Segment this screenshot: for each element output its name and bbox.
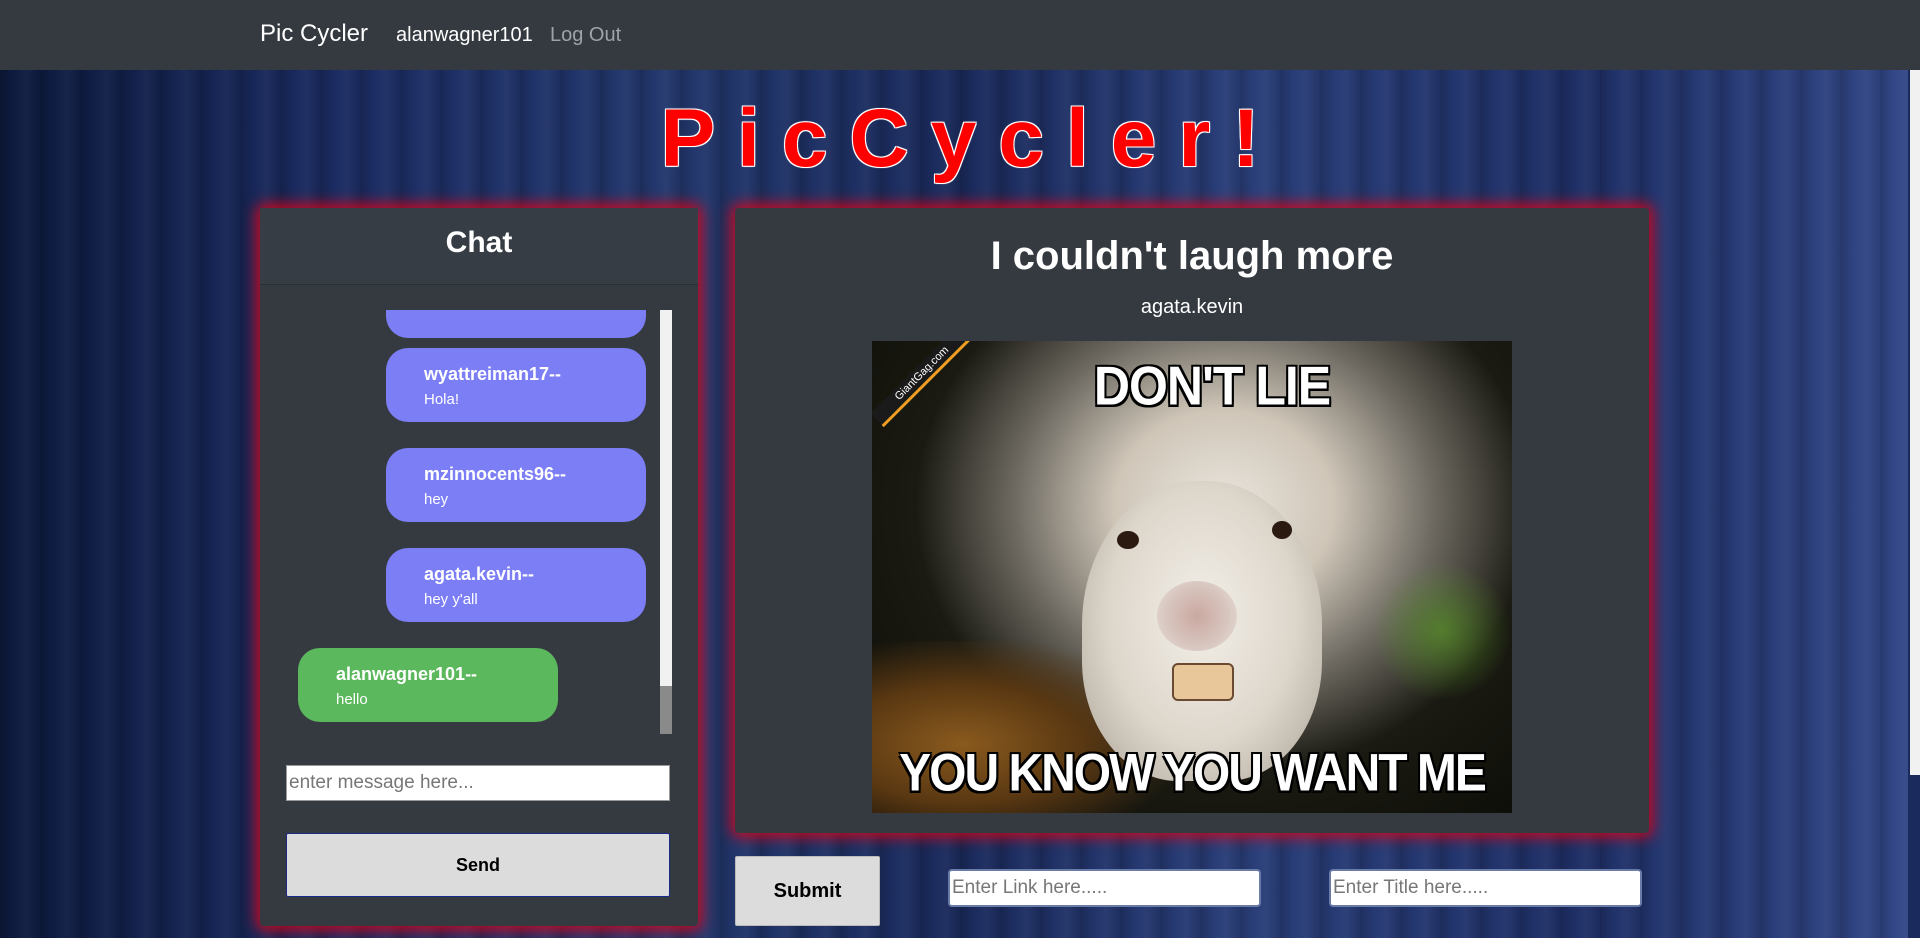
brand-link[interactable]: Pic Cycler bbox=[260, 20, 368, 48]
post-panel: I couldn't laugh more agata.kevin GiantG… bbox=[735, 208, 1649, 833]
llama-teeth bbox=[1172, 663, 1234, 701]
submit-button[interactable]: Submit bbox=[735, 856, 880, 926]
chat-message: mzinnocents96-- hey bbox=[386, 448, 646, 522]
send-button[interactable]: Send bbox=[286, 833, 670, 897]
chat-title: Chat bbox=[260, 208, 698, 285]
chat-message-text: Hola! bbox=[424, 391, 460, 408]
nav-username-link[interactable]: alanwagner101 bbox=[396, 24, 533, 47]
chat-message-user: alanwagner101-- bbox=[336, 664, 478, 684]
site-logo: PicCycler! bbox=[0, 92, 1920, 186]
chat-panel: Chat wyattreiman17-- Hola! mzinnocents96… bbox=[260, 208, 698, 926]
chat-message-user: agata.kevin-- bbox=[424, 564, 535, 584]
chat-scrollbar[interactable] bbox=[660, 310, 672, 734]
chat-message: wyattreiman17-- Hola! bbox=[386, 348, 646, 422]
llama-nose bbox=[1157, 581, 1237, 651]
post-image: GiantGag.com DON'T LIE YOU KNOW YOU WANT… bbox=[872, 341, 1512, 813]
logout-link[interactable]: Log Out bbox=[550, 24, 621, 47]
site-logo-text: PicCycler! bbox=[660, 93, 1282, 184]
post-author: agata.kevin bbox=[1140, 296, 1244, 318]
image-background-blur bbox=[1372, 561, 1512, 701]
chat-message-user: mzinnocents96-- bbox=[424, 464, 567, 484]
chat-message-text: hey y'all bbox=[424, 591, 478, 608]
chat-message-text: hello bbox=[336, 691, 368, 708]
title-input[interactable] bbox=[1329, 869, 1642, 907]
chat-message-list[interactable]: wyattreiman17-- Hola! mzinnocents96-- he… bbox=[260, 310, 672, 734]
chat-scrollbar-thumb[interactable] bbox=[660, 686, 672, 734]
post-title: I couldn't laugh more bbox=[990, 234, 1394, 278]
chat-message-user: wyattreiman17-- bbox=[424, 364, 562, 384]
chat-message: agata.kevin-- hey y'all bbox=[386, 548, 646, 622]
top-navbar: Pic Cycler alanwagner101 Log Out bbox=[0, 0, 1920, 70]
llama-eye bbox=[1117, 531, 1139, 549]
llama-eye bbox=[1272, 521, 1292, 539]
chat-message-input[interactable] bbox=[286, 765, 670, 801]
chat-message bbox=[386, 310, 646, 338]
chat-message-own: alanwagner101-- hello bbox=[298, 648, 558, 722]
link-input[interactable] bbox=[948, 869, 1261, 907]
meme-top-caption: DON'T LIE bbox=[1093, 355, 1331, 417]
meme-bottom-caption: YOU KNOW YOU WANT ME bbox=[899, 744, 1487, 803]
chat-message-text: hey bbox=[424, 491, 449, 508]
page-scrollbar[interactable] bbox=[1908, 70, 1920, 938]
